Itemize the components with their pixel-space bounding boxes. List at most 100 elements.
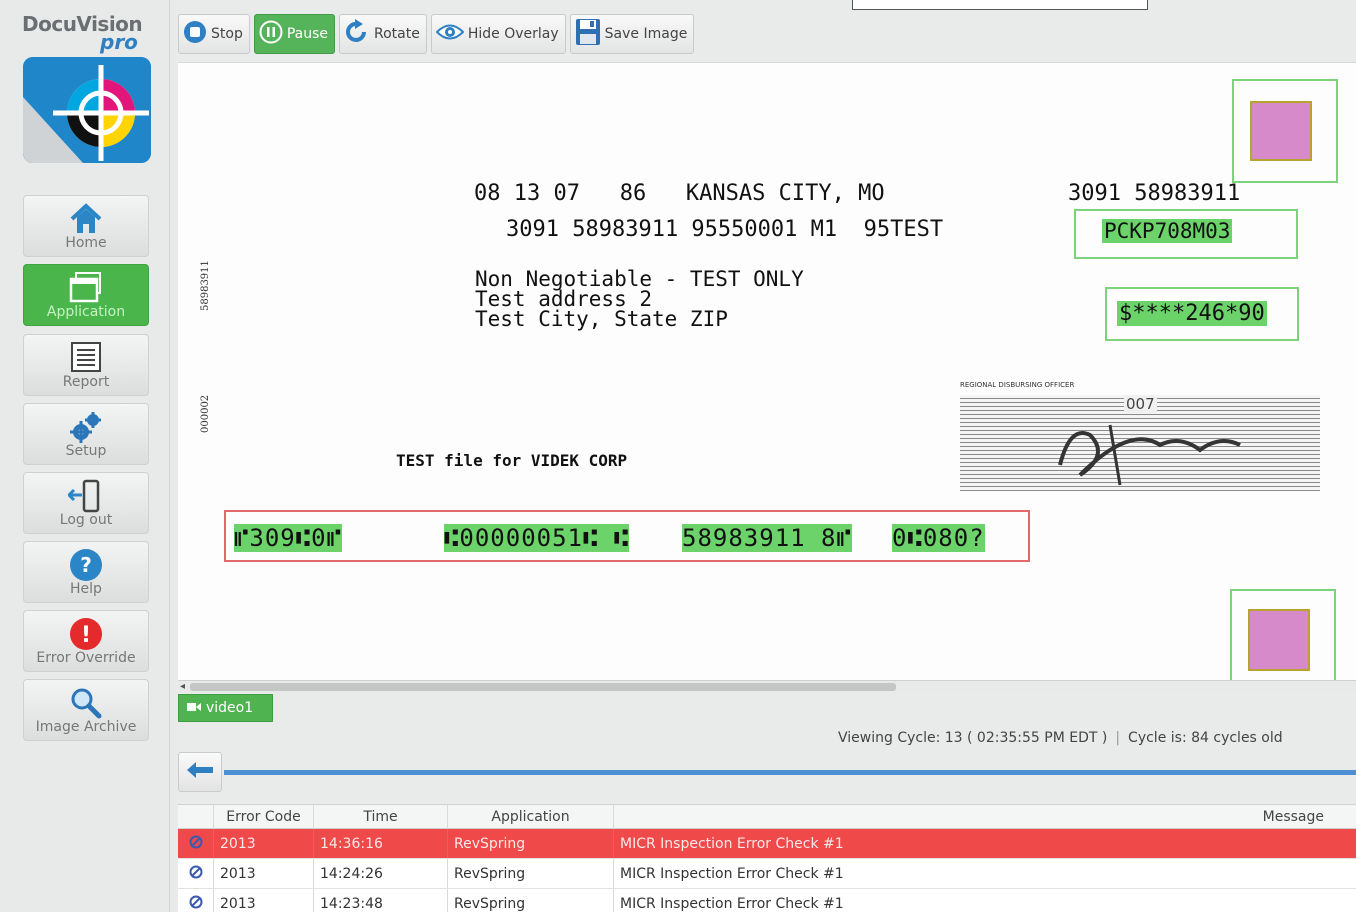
toolbar: Stop Pause Rotate Hide Overlay Save Imag… [178, 14, 695, 54]
horizontal-scrollbar[interactable]: ◂ [178, 680, 1356, 692]
svg-text:?: ? [80, 553, 92, 577]
sidebar-item-image-archive[interactable]: Image Archive [23, 679, 149, 741]
sidebar-item-help[interactable]: ? Help [23, 541, 149, 603]
security-pattern-icon [1248, 609, 1310, 671]
report-list-icon [70, 341, 102, 377]
table-row[interactable]: 2013 14:24:26 RevSpring MICR Inspection … [178, 859, 1356, 889]
app-root: DocuVision pro Home Application Report S… [0, 0, 1356, 912]
top-input-field[interactable] [852, 0, 1148, 10]
error-exclamation-icon: ! [68, 617, 104, 655]
tab-video1[interactable]: video1 [178, 694, 273, 722]
stop-button-label: Stop [211, 26, 243, 42]
rotate-button[interactable]: Rotate [339, 14, 427, 54]
magnifier-icon [68, 686, 104, 724]
sidebar-item-application[interactable]: Application [23, 264, 149, 326]
sidebar-item-report[interactable]: Report [23, 334, 149, 396]
address-line-2: Test address 2 [475, 287, 653, 311]
help-question-icon: ? [68, 548, 104, 586]
header-error-code[interactable]: Error Code [214, 805, 314, 828]
micr-line-box: ⑈309⑆0⑈ ⑆00000051⑆ ⑆ 58983911 8⑈ 0⑆080? [224, 510, 1030, 562]
micr-group-4: 0⑆080? [892, 524, 985, 552]
stop-button[interactable]: Stop [178, 14, 250, 54]
error-table: Error Code Time Application Message 2013… [178, 804, 1356, 912]
rotate-button-label: Rotate [374, 26, 420, 42]
application-window-icon [68, 271, 104, 307]
time-cell: 14:24:26 [314, 859, 448, 888]
eye-icon [435, 23, 465, 45]
table-row[interactable]: 2013 14:23:48 RevSpring MICR Inspection … [178, 889, 1356, 912]
arrow-left-icon [187, 762, 213, 782]
sidebar-item-home[interactable]: Home [23, 195, 149, 257]
micr-group-2: ⑆00000051⑆ ⑆ [444, 524, 630, 552]
sidebar-item-setup[interactable]: Setup [23, 403, 149, 465]
error-code-cell: 2013 [214, 889, 314, 912]
amount-box: $****246*90 [1105, 287, 1299, 341]
back-button[interactable] [178, 752, 222, 792]
side-number-1: 58983911 [200, 260, 211, 311]
viewing-cycle-text: Viewing Cycle: 13 ( 02:35:55 PM EDT ) [838, 730, 1108, 746]
header-application[interactable]: Application [448, 805, 614, 828]
test-file-label: TEST file for VIDEK CORP [396, 451, 628, 470]
pause-icon [259, 20, 283, 48]
status-separator: | [1115, 730, 1121, 746]
table-header-row: Error Code Time Application Message [178, 805, 1356, 829]
sidebar-item-error-override[interactable]: ! Error Override [23, 610, 149, 672]
field-code-text: PCKP708M03 [1102, 219, 1233, 243]
brand-suffix: pro [100, 30, 138, 54]
amount-text: $****246*90 [1117, 301, 1267, 326]
video-camera-icon [187, 700, 201, 716]
header-status-cell [178, 805, 214, 828]
officer-label: REGIONAL DISBURSING OFFICER [960, 381, 1075, 389]
no-entry-icon [189, 895, 203, 912]
micr-group-3: 58983911 8⑈ [682, 524, 852, 552]
error-code-cell: 2013 [214, 859, 314, 888]
hide-overlay-button[interactable]: Hide Overlay [430, 14, 566, 54]
status-icon-cell [178, 859, 214, 888]
stop-icon [183, 20, 207, 48]
video-tab-label: video1 [206, 700, 254, 716]
address-line-1: Non Negotiable - TEST ONLY [475, 267, 804, 291]
micr-group-1: ⑈309⑆0⑈ [234, 524, 342, 552]
document-image-viewer[interactable]: 58983911 000002 08 13 07 86 KANSAS CITY,… [178, 62, 1356, 692]
cycle-status: Viewing Cycle: 13 ( 02:35:55 PM EDT ) | … [838, 730, 1283, 746]
home-icon [68, 202, 104, 240]
field-code-box: PCKP708M03 [1074, 209, 1298, 259]
status-icon-cell [178, 889, 214, 912]
floppy-disk-icon [575, 18, 601, 50]
application-cell: RevSpring [448, 859, 614, 888]
sidebar-item-log-out[interactable]: Log out [23, 472, 149, 534]
document-header-right: 3091 58983911 [1068, 181, 1241, 206]
logout-door-icon [66, 479, 104, 517]
cycle-timeline-slider[interactable] [224, 770, 1356, 775]
security-pattern-icon [1250, 101, 1312, 161]
error-code-cell: 2013 [214, 829, 314, 858]
application-cell: RevSpring [448, 829, 614, 858]
save-image-button-label: Save Image [604, 26, 688, 42]
scrollbar-thumb[interactable] [190, 683, 896, 691]
address-line-3: Test City, State ZIP [475, 307, 728, 331]
message-cell: MICR Inspection Error Check #1 [620, 835, 844, 852]
security-mark-box-bottom [1230, 589, 1336, 692]
table-row[interactable]: 2013 14:36:16 RevSpring MICR Inspection … [178, 829, 1356, 859]
header-time[interactable]: Time [314, 805, 448, 828]
header-message[interactable]: Message [614, 805, 1356, 828]
brand-logo-text: DocuVision pro [22, 12, 152, 54]
docuvision-logo-icon [23, 57, 151, 163]
pause-button[interactable]: Pause [253, 14, 336, 54]
time-cell: 14:36:16 [314, 829, 448, 858]
no-entry-icon [189, 865, 203, 883]
sidebar: DocuVision pro Home Application Report S… [0, 0, 170, 912]
signature-number: 007 [1124, 395, 1157, 413]
signature-security-pattern: 007 [960, 395, 1320, 491]
document-header-line: 08 13 07 86 KANSAS CITY, MO [474, 181, 885, 206]
time-cell: 14:23:48 [314, 889, 448, 912]
rotate-icon [344, 19, 370, 49]
message-cell: MICR Inspection Error Check #1 [620, 865, 844, 882]
cycle-age-text: Cycle is: 84 cycles old [1128, 730, 1283, 746]
gears-icon [68, 410, 104, 448]
scroll-left-arrow-icon[interactable]: ◂ [180, 681, 185, 692]
no-entry-icon [189, 835, 203, 853]
side-number-2: 000002 [200, 394, 211, 433]
save-image-button[interactable]: Save Image [569, 14, 695, 54]
pause-button-label: Pause [286, 26, 329, 42]
